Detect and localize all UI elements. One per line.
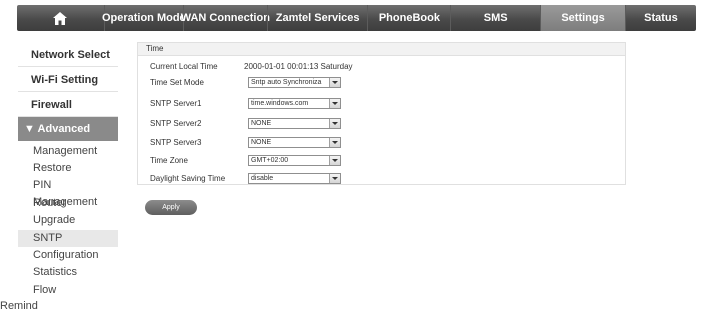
home-button[interactable]	[17, 5, 104, 31]
chevron-down-icon	[329, 156, 340, 165]
nav-settings[interactable]: Settings	[540, 5, 625, 31]
apply-button[interactable]: Apply	[145, 200, 197, 215]
current-time-label: Current Local Time	[150, 62, 218, 71]
sntp-server2-label: SNTP Server2	[150, 119, 202, 128]
chevron-down-icon	[329, 174, 340, 183]
sntp-server2-select[interactable]: NONE	[248, 118, 341, 129]
chevron-down-icon	[329, 78, 340, 87]
sidebar-sub-sntp[interactable]: SNTP	[18, 230, 118, 247]
sidebar-sub-upgrade[interactable]: Upgrade	[18, 212, 118, 229]
sidebar-sub-statistics[interactable]: Statistics	[18, 264, 118, 281]
sidebar-item-remind[interactable]: Remind	[0, 300, 38, 312]
chevron-down-icon	[329, 138, 340, 147]
sidebar-item-advanced[interactable]: ▼ Advanced	[18, 117, 118, 141]
nav-status[interactable]: Status	[624, 5, 696, 31]
chevron-down-icon	[329, 119, 340, 128]
sntp-server1-label: SNTP Server1	[150, 99, 202, 108]
chevron-down-icon	[329, 99, 340, 108]
time-zone-select[interactable]: GMT+02:00	[248, 155, 341, 166]
nav-phonebook[interactable]: PhoneBook	[367, 5, 450, 31]
time-set-mode-select[interactable]: Sntp auto Synchroniza	[248, 77, 341, 88]
nav-zamtel-services[interactable]: Zamtel Services	[266, 5, 368, 31]
sidebar-sub-management[interactable]: Management	[18, 143, 118, 160]
time-panel: Time Current Local Time 2000-01-01 00:01…	[137, 42, 626, 185]
time-set-mode-label: Time Set Mode	[150, 78, 204, 87]
sidebar-sub-router[interactable]: Router	[18, 195, 118, 212]
home-icon	[53, 11, 68, 25]
top-navigation: Operation Mode WAN Connection Zamtel Ser…	[17, 5, 696, 31]
nav-sms[interactable]: SMS	[450, 5, 540, 31]
panel-title: Time	[138, 43, 625, 56]
daylight-saving-label: Daylight Saving Time	[150, 174, 226, 183]
sidebar-sub-flow[interactable]: Flow	[18, 282, 118, 299]
sidebar-item-firewall[interactable]: Firewall	[18, 93, 118, 117]
nav-wan-connection[interactable]: WAN Connection	[181, 5, 270, 31]
time-zone-label: Time Zone	[150, 156, 188, 165]
daylight-saving-select[interactable]: disable	[248, 173, 341, 184]
nav-operation-mode[interactable]: Operation Mode	[102, 5, 186, 31]
sntp-server1-select[interactable]: time.windows.com	[248, 98, 341, 109]
sidebar-sub-pin-management[interactable]: PIN Management	[18, 177, 118, 208]
sidebar-item-network-select[interactable]: Network Select	[18, 43, 118, 67]
sidebar-sub-configuration[interactable]: Configuration	[18, 247, 118, 264]
sntp-server3-select[interactable]: NONE	[248, 137, 341, 148]
sidebar-item-wifi-setting[interactable]: Wi-Fi Setting	[18, 68, 118, 92]
current-time-value: 2000-01-01 00:01:13 Saturday	[244, 62, 353, 71]
sidebar-sub-restore[interactable]: Restore	[18, 160, 118, 177]
sntp-server3-label: SNTP Server3	[150, 138, 202, 147]
